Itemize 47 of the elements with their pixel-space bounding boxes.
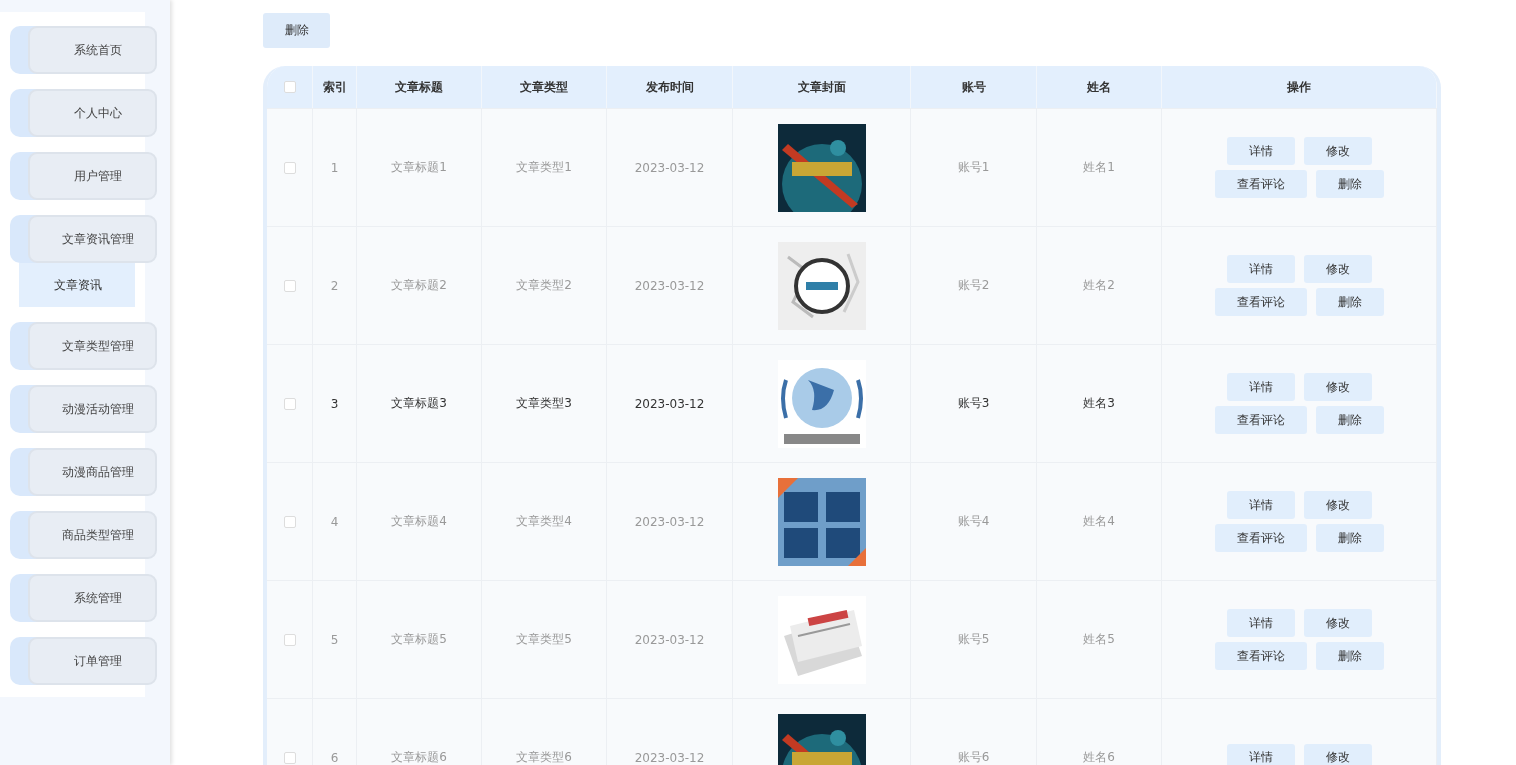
checkbox[interactable] — [283, 751, 296, 764]
delete-button[interactable]: 删除 — [263, 13, 330, 48]
action-button[interactable]: 详情 — [1226, 743, 1295, 765]
checkbox[interactable] — [283, 81, 296, 93]
menu-item[interactable]: 订单管理 — [28, 637, 157, 685]
action-button[interactable]: 删除 — [1315, 524, 1384, 552]
action-button[interactable]: 查看评论 — [1214, 170, 1307, 198]
menu-item[interactable]: 系统首页 — [28, 26, 157, 74]
table-cell: 6 — [313, 699, 357, 765]
action-button[interactable]: 查看评论 — [1214, 288, 1307, 316]
menu-item[interactable]: 个人中心 — [28, 89, 157, 137]
checkbox[interactable] — [283, 515, 296, 528]
action-button[interactable]: 修改 — [1303, 255, 1372, 283]
menu-item[interactable]: 商品类型管理 — [28, 511, 157, 559]
checkbox[interactable] — [283, 279, 296, 292]
menu-item[interactable]: 文章资讯管理 — [28, 215, 157, 263]
action-button[interactable]: 查看评论 — [1214, 406, 1307, 434]
action-button[interactable]: 删除 — [1315, 642, 1384, 670]
action-button[interactable]: 详情 — [1226, 255, 1295, 283]
action-button[interactable]: 详情 — [1226, 137, 1295, 165]
table-cell: 文章类型6 — [482, 699, 607, 765]
table-cell: 账号6 — [911, 699, 1037, 765]
menu-item[interactable]: 动漫活动管理 — [28, 385, 157, 433]
table-cell: 姓名6 — [1037, 699, 1162, 765]
action-button[interactable]: 修改 — [1303, 743, 1372, 765]
action-button[interactable]: 修改 — [1303, 609, 1372, 637]
action-button[interactable]: 删除 — [1315, 406, 1384, 434]
menu-item[interactable]: 动漫商品管理 — [28, 448, 157, 496]
action-button[interactable]: 详情 — [1226, 373, 1295, 401]
menu-item[interactable]: 文章类型管理 — [28, 322, 157, 370]
table-cell: 2023-03-12 — [607, 699, 733, 765]
checkbox[interactable] — [283, 397, 296, 410]
menu-item[interactable]: 系统管理 — [28, 574, 157, 622]
action-button[interactable]: 查看评论 — [1214, 642, 1307, 670]
menu-item[interactable]: 用户管理 — [28, 152, 157, 200]
action-button[interactable]: 详情 — [1226, 491, 1295, 519]
table-cell: 文章标题6 — [357, 699, 482, 765]
action-button[interactable]: 删除 — [1315, 288, 1384, 316]
action-button[interactable]: 查看评论 — [1214, 524, 1307, 552]
action-button[interactable]: 修改 — [1303, 373, 1372, 401]
action-button[interactable]: 修改 — [1303, 491, 1372, 519]
checkbox[interactable] — [283, 161, 296, 174]
action-button[interactable]: 删除 — [1315, 170, 1384, 198]
action-button[interactable]: 修改 — [1303, 137, 1372, 165]
action-button[interactable]: 详情 — [1226, 609, 1295, 637]
submenu-item[interactable]: 文章资讯 — [19, 263, 135, 307]
checkbox[interactable] — [283, 633, 296, 646]
